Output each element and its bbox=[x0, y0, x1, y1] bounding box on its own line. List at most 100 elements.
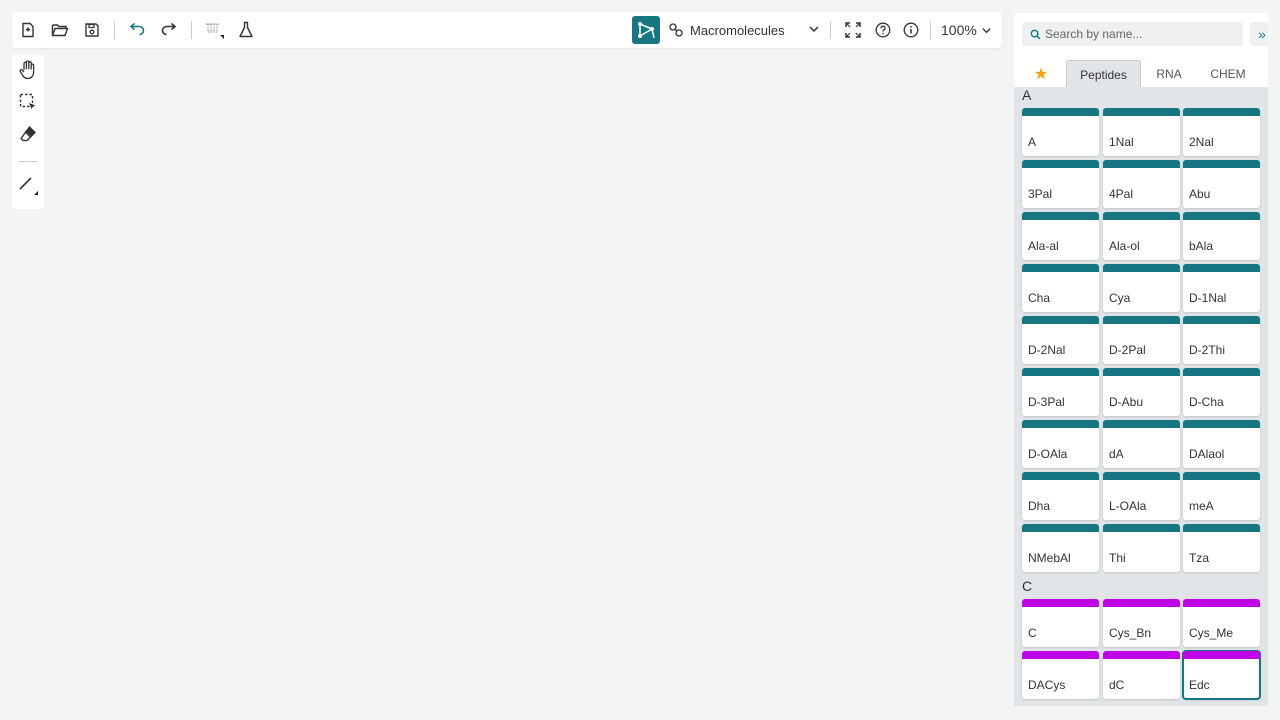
monomer-card[interactable]: Edc bbox=[1182, 650, 1261, 700]
monomer-color-bar bbox=[1183, 368, 1260, 376]
monomer-color-bar bbox=[1022, 420, 1099, 428]
chemistry-icon[interactable] bbox=[234, 18, 258, 42]
open-icon[interactable] bbox=[48, 18, 72, 42]
monomer-name: D-2Pal bbox=[1109, 343, 1146, 357]
monomer-card[interactable]: DACys bbox=[1022, 651, 1099, 699]
undo-icon[interactable] bbox=[125, 18, 149, 42]
monomer-card[interactable]: D-Cha bbox=[1183, 368, 1260, 416]
monomer-color-bar bbox=[1183, 599, 1260, 607]
monomer-card[interactable]: L-OAla bbox=[1103, 472, 1180, 520]
monomer-color-bar bbox=[1183, 316, 1260, 324]
monomer-card[interactable]: DAlaol bbox=[1183, 420, 1260, 468]
monomer-card[interactable]: D-OAla bbox=[1022, 420, 1099, 468]
toolbar-divider bbox=[930, 21, 931, 39]
monomer-card[interactable]: Dha bbox=[1022, 472, 1099, 520]
tab-peptides[interactable]: Peptides bbox=[1066, 60, 1141, 88]
monomer-card[interactable]: 2Nal bbox=[1183, 108, 1260, 156]
search-input[interactable] bbox=[1045, 27, 1235, 41]
monomer-name: DACys bbox=[1028, 678, 1066, 692]
monomer-card[interactable]: NMebAl bbox=[1022, 524, 1099, 572]
tab-label: Peptides bbox=[1080, 67, 1127, 82]
attach-icon[interactable] bbox=[202, 18, 226, 42]
monomer-card[interactable]: Cha bbox=[1022, 264, 1099, 312]
tab-favorites[interactable]: ★ bbox=[1014, 60, 1068, 88]
select-rect-icon[interactable] bbox=[16, 90, 40, 114]
monomer-card[interactable]: bAla bbox=[1183, 212, 1260, 260]
monomer-card[interactable]: A bbox=[1022, 108, 1099, 156]
monomer-card[interactable]: D-2Pal bbox=[1103, 316, 1180, 364]
monomer-color-bar bbox=[1183, 264, 1260, 272]
new-file-icon[interactable] bbox=[16, 18, 40, 42]
monomer-name: Abu bbox=[1189, 187, 1211, 201]
bond-single-icon[interactable] bbox=[16, 173, 40, 197]
collapse-panel-button[interactable]: » bbox=[1250, 22, 1268, 46]
monomer-color-bar bbox=[1183, 524, 1260, 532]
monomer-name: D-Cha bbox=[1189, 395, 1224, 409]
monomer-name: DAlaol bbox=[1189, 447, 1225, 461]
monomer-card[interactable]: dC bbox=[1103, 651, 1180, 699]
monomer-card[interactable]: Ala-al bbox=[1022, 212, 1099, 260]
monomer-card[interactable]: 1Nal bbox=[1103, 108, 1180, 156]
monomer-name: C bbox=[1028, 626, 1037, 640]
fullscreen-icon[interactable] bbox=[841, 18, 865, 42]
monomer-color-bar bbox=[1022, 264, 1099, 272]
monomer-name: NMebAl bbox=[1028, 551, 1071, 565]
help-icon[interactable] bbox=[871, 18, 895, 42]
monomer-card[interactable]: Cys_Bn bbox=[1103, 599, 1180, 647]
monomer-card[interactable]: 4Pal bbox=[1103, 160, 1180, 208]
monomer-color-bar bbox=[1022, 651, 1099, 659]
monomer-card[interactable]: Abu bbox=[1183, 160, 1260, 208]
monomer-name: Cha bbox=[1028, 291, 1051, 305]
monomer-color-bar bbox=[1183, 420, 1260, 428]
tab-rna[interactable]: RNA bbox=[1145, 60, 1193, 88]
monomer-card[interactable]: Thi bbox=[1103, 524, 1180, 572]
monomer-card[interactable]: Cya bbox=[1103, 264, 1180, 312]
monomer-card[interactable]: D-2Thi bbox=[1183, 316, 1260, 364]
monomer-name: D-3Pal bbox=[1028, 395, 1065, 409]
monomer-name: D-OAla bbox=[1028, 447, 1068, 461]
tab-chem[interactable]: CHEM bbox=[1199, 60, 1257, 88]
monomer-name: D-2Thi bbox=[1189, 343, 1226, 357]
library-tabs: ★ Peptides RNA CHEM bbox=[1014, 60, 1268, 88]
monomer-card[interactable]: Ala-ol bbox=[1103, 212, 1180, 260]
star-icon: ★ bbox=[1033, 66, 1049, 83]
monomer-card[interactable]: Cys_Me bbox=[1183, 599, 1260, 647]
library-panel: » ★ Peptides RNA CHEM A A 1Nal 2Nal 3Pal 4Pal… bbox=[1014, 13, 1268, 706]
monomer-name: Tza bbox=[1189, 551, 1210, 565]
monomer-color-bar bbox=[1183, 472, 1260, 480]
monomer-name: meA bbox=[1189, 499, 1214, 513]
monomer-card[interactable]: D-1Nal bbox=[1183, 264, 1260, 312]
monomer-name: dC bbox=[1109, 678, 1125, 692]
monomer-card[interactable]: dA bbox=[1103, 420, 1180, 468]
monomer-name: Cys_Bn bbox=[1109, 626, 1152, 640]
monomer-card[interactable]: C bbox=[1022, 599, 1099, 647]
monomer-name: Cys_Me bbox=[1189, 626, 1234, 640]
monomer-card[interactable]: Tza bbox=[1183, 524, 1260, 572]
toolbar-divider bbox=[19, 161, 37, 162]
monomer-name: Cya bbox=[1109, 291, 1131, 305]
monomer-color-bar bbox=[1103, 651, 1180, 659]
zoom-select[interactable]: 100% bbox=[941, 16, 999, 44]
group-label: A bbox=[1022, 87, 1032, 103]
redo-icon[interactable] bbox=[157, 18, 181, 42]
monomer-card[interactable]: 3Pal bbox=[1022, 160, 1099, 208]
monomer-name: A bbox=[1028, 135, 1037, 149]
monomer-card[interactable]: D-Abu bbox=[1103, 368, 1180, 416]
monomer-library: A A 1Nal 2Nal 3Pal 4Pal Abu Ala-al Ala-ol bAla Cha… bbox=[1014, 87, 1268, 706]
monomer-card[interactable]: D-2Nal bbox=[1022, 316, 1099, 364]
info-icon[interactable] bbox=[899, 18, 923, 42]
monomer-card[interactable]: meA bbox=[1183, 472, 1260, 520]
monomer-card[interactable]: D-3Pal bbox=[1022, 368, 1099, 416]
macromolecules-mode-icon[interactable] bbox=[632, 16, 660, 44]
monomer-color-bar bbox=[1103, 160, 1180, 168]
mode-select-label: Macromolecules bbox=[690, 22, 785, 38]
monomer-color-bar bbox=[1103, 524, 1180, 532]
eraser-icon[interactable] bbox=[16, 122, 40, 146]
mode-select[interactable]: Macromolecules bbox=[668, 16, 822, 44]
monomer-name: bAla bbox=[1189, 239, 1214, 253]
hand-icon[interactable] bbox=[16, 58, 40, 82]
left-toolbar bbox=[12, 55, 44, 209]
monomer-color-bar bbox=[1022, 212, 1099, 220]
peptide-chain-icon bbox=[669, 23, 683, 37]
save-icon[interactable] bbox=[80, 18, 104, 42]
